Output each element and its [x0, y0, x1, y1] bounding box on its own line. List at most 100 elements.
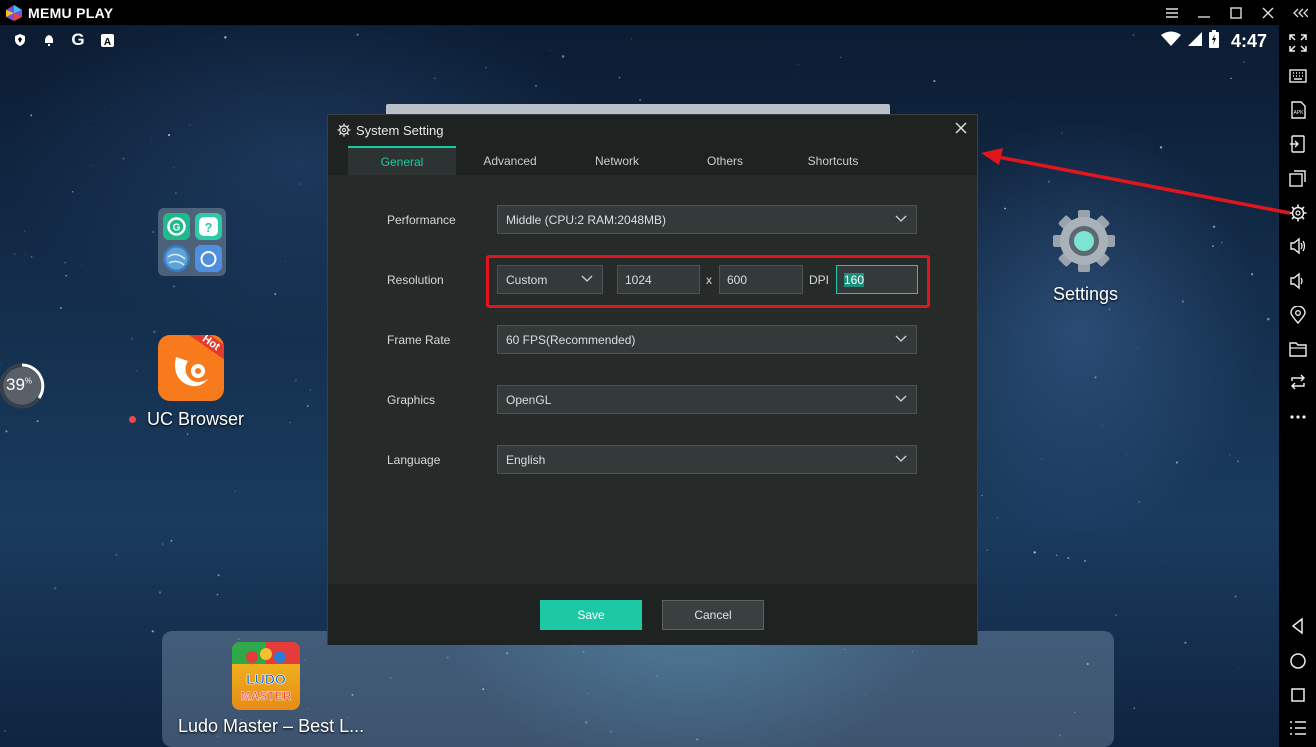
star-dot [64, 262, 66, 264]
star-dot [1242, 60, 1245, 64]
apk-install-icon[interactable]: APK [1287, 99, 1309, 121]
star-dot [986, 549, 989, 552]
brand: MEMU PLAY [5, 4, 113, 22]
frame-rate-select[interactable]: 60 FPS(Recommended) [497, 325, 917, 354]
cancel-button[interactable]: Cancel [662, 600, 764, 630]
dialog-close-button[interactable] [955, 121, 967, 139]
tab-shortcuts[interactable]: Shortcuts [779, 146, 887, 175]
star-dot [306, 405, 309, 407]
location-pin-icon[interactable] [1287, 304, 1309, 326]
tab-advanced[interactable]: Advanced [456, 146, 564, 175]
star-dot [1214, 564, 1216, 566]
star-dot [161, 543, 164, 546]
star-dot [53, 586, 57, 590]
settings-app-icon[interactable] [1053, 209, 1115, 273]
settings-gear-icon[interactable] [1287, 202, 1309, 224]
star-dot [98, 657, 99, 659]
memu-title-bar: MEMU PLAY [0, 0, 1316, 25]
ludo-icon-text: LUDO [246, 671, 286, 687]
star-dot [981, 494, 983, 497]
new-app-indicator [129, 416, 136, 423]
star-dot [1004, 207, 1007, 210]
more-options-icon[interactable] [1287, 406, 1309, 428]
graphics-value: OpenGL [506, 392, 552, 407]
collapse-toolbar-icon[interactable] [1284, 0, 1316, 25]
globe-icon [163, 245, 190, 272]
ludo-master-app-icon[interactable]: LUDO MASTER [232, 642, 300, 710]
star-dot [997, 517, 999, 519]
star-dot [797, 63, 799, 66]
performance-select[interactable]: Middle (CPU:2 RAM:2048MB) [497, 205, 917, 234]
star-dot [299, 183, 301, 185]
keyboard-mapping-icon[interactable] [1287, 65, 1309, 87]
star-dot [90, 165, 92, 167]
save-button[interactable]: Save [540, 600, 642, 630]
multi-window-icon[interactable] [1287, 167, 1309, 189]
close-icon [955, 122, 967, 134]
star-dot [5, 430, 8, 433]
minimize-button[interactable] [1188, 0, 1220, 25]
settings-app-label: Settings [1053, 284, 1119, 304]
app-folder[interactable]: G ? [158, 208, 226, 276]
ludo-master-label: Ludo Master – Best L... [178, 716, 365, 736]
resolution-label: Resolution [387, 273, 444, 287]
star-dot [255, 393, 257, 395]
star-dot [152, 231, 154, 233]
star-dot [122, 157, 125, 160]
rotate-screen-icon[interactable] [1287, 371, 1309, 393]
home-nav-icon[interactable] [1287, 650, 1309, 672]
settings-tabs: General Advanced Network Others Shortcut… [328, 146, 977, 175]
tab-general[interactable]: General [348, 146, 456, 175]
star-dot [309, 389, 312, 391]
menu-icon[interactable] [1156, 0, 1188, 25]
close-window-button[interactable] [1252, 0, 1284, 25]
star-dot [1102, 424, 1104, 426]
back-nav-icon[interactable] [1287, 615, 1309, 637]
maximize-button[interactable] [1220, 0, 1252, 25]
star-dot [792, 74, 793, 75]
language-select[interactable]: English [497, 445, 917, 474]
star-dot [1094, 376, 1097, 379]
star-dot [315, 563, 317, 564]
uc-browser-label: UC Browser [147, 409, 245, 429]
tab-others[interactable]: Others [671, 146, 779, 175]
star-dot [3, 730, 6, 732]
star-dot [1061, 132, 1063, 134]
star-dot [36, 420, 39, 423]
ludo-logo-icon: LUDO MASTER [232, 642, 300, 703]
star-dot [115, 553, 118, 556]
master-icon-text: MASTER [241, 689, 292, 703]
uc-browser-app-icon[interactable]: Hot [158, 335, 224, 401]
dialog-footer: Save Cancel [328, 584, 977, 645]
app-list-icon[interactable] [1287, 717, 1309, 739]
tab-network[interactable]: Network [563, 146, 671, 175]
performance-value: Middle (CPU:2 RAM:2048MB) [506, 212, 667, 227]
app-name: MEMU PLAY [28, 4, 114, 21]
star-dot [1067, 557, 1070, 560]
android-status-bar: G A 4:47 [0, 25, 1279, 59]
star-dot [186, 433, 189, 435]
volume-down-icon[interactable] [1287, 270, 1309, 292]
sync-operation-icon[interactable] [1287, 133, 1309, 155]
star-dot [535, 85, 537, 87]
star-dot [285, 261, 286, 263]
shield-icon [12, 32, 28, 48]
svg-text:G: G [173, 223, 181, 234]
star-dot [433, 77, 436, 80]
graphics-label: Graphics [387, 393, 436, 407]
volume-up-icon[interactable] [1287, 235, 1309, 257]
star-dot [1234, 595, 1237, 598]
graphics-select[interactable]: OpenGL [497, 385, 917, 414]
star-dot [1137, 346, 1139, 349]
fullscreen-icon[interactable] [1287, 32, 1309, 54]
recent-apps-icon[interactable] [1287, 684, 1309, 706]
svg-text:A: A [103, 37, 110, 47]
font-a-icon: A [99, 32, 115, 48]
shared-folder-icon[interactable] [1287, 338, 1309, 360]
star-dot [65, 274, 67, 277]
notification-bell-icon [41, 32, 57, 48]
chevron-down-icon [895, 215, 907, 222]
svg-text:APK: APK [1293, 110, 1304, 116]
star-dot [158, 591, 162, 594]
star-dot [1237, 666, 1239, 668]
